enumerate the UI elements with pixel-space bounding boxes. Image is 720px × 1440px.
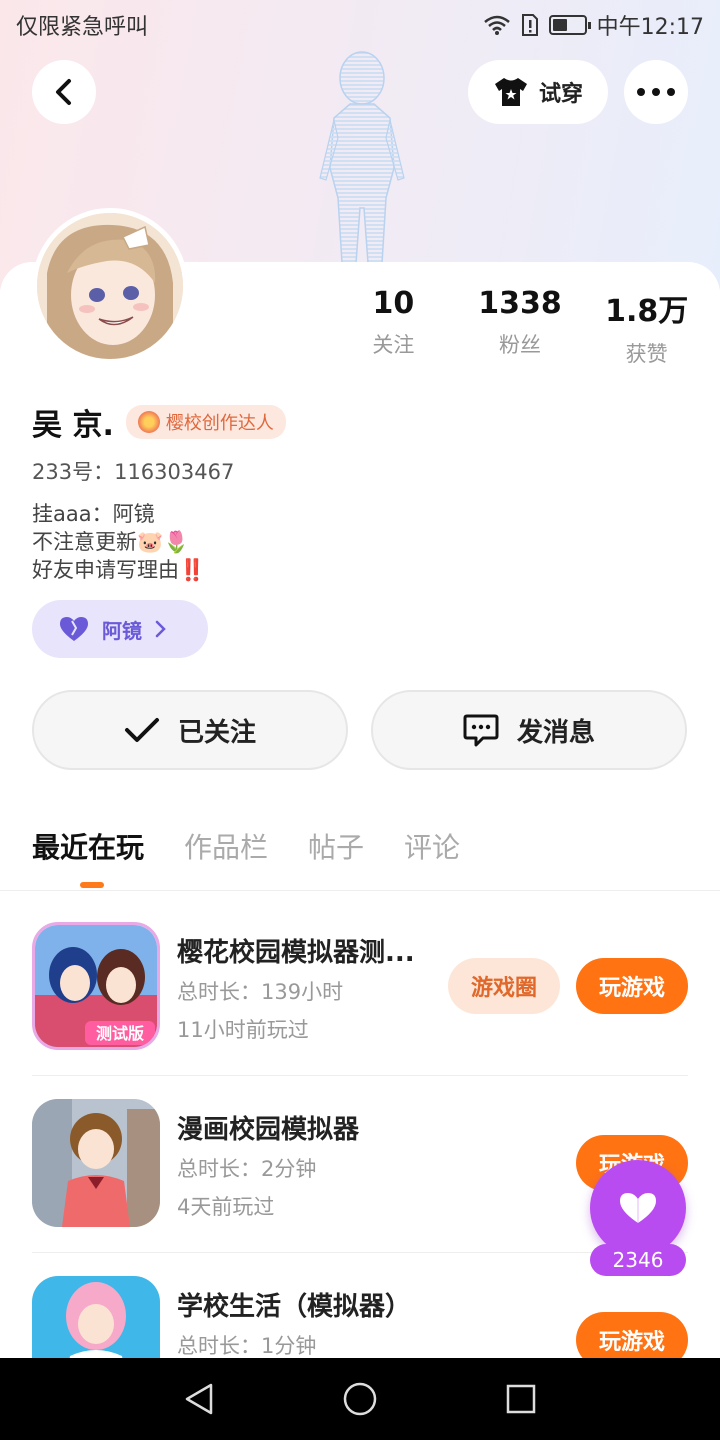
message-icon: [463, 714, 499, 747]
heart-icon: [620, 1193, 656, 1223]
status-bar: 仅限紧急呼叫 中午12:17: [0, 0, 720, 50]
profile-tabs: 最近在玩 作品栏 帖子 评论: [32, 826, 460, 888]
bio-line: 好友申请写理由‼️: [32, 558, 206, 582]
tab-comments[interactable]: 评论: [404, 826, 460, 866]
game-last-played: 4天前玩过: [177, 1195, 275, 1219]
user-name: 吴 京.: [32, 408, 114, 443]
game-name: 漫画校园模拟器: [177, 1115, 360, 1145]
name-row: 吴 京. 樱校创作达人: [32, 400, 286, 444]
chevron-right-icon: [155, 620, 166, 638]
stat-value: 10: [372, 286, 415, 321]
stat-label: 获赞: [625, 342, 668, 366]
stat-label: 粉丝: [499, 333, 541, 357]
creator-badge[interactable]: 樱校创作达人: [125, 405, 286, 439]
chip-label: 阿镜: [102, 618, 142, 643]
game-duration: 总时长：1分钟: [177, 1334, 317, 1358]
tryon-label: 试穿: [538, 82, 583, 107]
battery-icon: [548, 15, 591, 35]
stat-label: 关注: [372, 333, 415, 357]
wifi-icon: [483, 15, 510, 35]
tab-recently-played[interactable]: 最近在玩: [32, 826, 144, 888]
game-list-item[interactable]: 漫画校园模拟器 总时长：2分钟 4天前玩过 玩游戏: [32, 1099, 688, 1275]
avatar-image: [37, 213, 183, 359]
avatar-figure-image: [319, 51, 405, 264]
stat-following[interactable]: 10 关注: [330, 286, 457, 368]
bio: 挂aaa：阿镜 不注意更新🐷🌷 好友申请写理由‼️: [32, 500, 205, 584]
stat-fans[interactable]: 1338 粉丝: [457, 286, 584, 368]
divider: [32, 1252, 688, 1253]
tryon-button[interactable]: 试穿: [468, 60, 608, 124]
user-id: 233号：116303467: [32, 460, 235, 484]
status-time: 中午12:17: [596, 15, 704, 40]
more-dots-icon: [637, 88, 675, 96]
game-cover-image: [32, 1099, 160, 1227]
carrier-text: 仅限紧急呼叫: [16, 15, 149, 40]
game-name: 学校生活（模拟器）: [177, 1292, 412, 1322]
heart-icon: [60, 617, 88, 641]
like-float-button[interactable]: [590, 1160, 686, 1256]
send-message-button[interactable]: 发消息: [371, 690, 687, 770]
play-game-button[interactable]: 玩游戏: [576, 958, 688, 1014]
stat-value: 1.8万: [605, 294, 689, 329]
game-cover-tag: 测试版: [96, 1024, 144, 1043]
like-count: 2346: [590, 1244, 686, 1276]
divider: [32, 1075, 688, 1076]
tab-posts[interactable]: 帖子: [308, 826, 364, 866]
bio-line: 挂aaa：阿镜: [32, 502, 155, 526]
nav-back-icon[interactable]: [183, 1382, 215, 1416]
followed-button[interactable]: 已关注: [32, 690, 348, 770]
check-icon: [124, 718, 159, 742]
stat-likes[interactable]: 1.8万 获赞: [583, 286, 710, 368]
game-duration: 总时长：139小时: [177, 980, 344, 1004]
send-message-label: 发消息: [516, 717, 595, 748]
game-cover-image: 测试版: [35, 925, 157, 1047]
sim-alert-icon: [521, 14, 538, 36]
divider: [0, 890, 720, 891]
nav-home-icon[interactable]: [342, 1381, 378, 1417]
game-name: 樱花校园模拟器测...: [177, 938, 415, 968]
bio-line: 不注意更新🐷🌷: [32, 530, 190, 554]
game-last-played: 11小时前玩过: [177, 1018, 309, 1042]
game-list-item[interactable]: 测试版 樱花校园模拟器测... 总时长：139小时 11小时前玩过 游戏圈 玩游…: [32, 922, 688, 1098]
mirror-chip[interactable]: 阿镜: [32, 600, 208, 658]
game-duration: 总时长：2分钟: [177, 1157, 317, 1181]
game-circle-button[interactable]: 游戏圈: [448, 958, 560, 1014]
profile-stats: 10 关注 1338 粉丝 1.8万 获赞: [330, 286, 710, 368]
badge-label: 樱校创作达人: [165, 413, 274, 434]
tab-works[interactable]: 作品栏: [184, 826, 268, 866]
flower-badge-icon: [137, 411, 160, 433]
more-button[interactable]: [624, 60, 688, 124]
chevron-left-icon: [56, 79, 71, 105]
nav-recents-icon[interactable]: [505, 1383, 537, 1415]
tshirt-icon: [494, 78, 527, 106]
back-button[interactable]: [32, 60, 96, 124]
avatar[interactable]: [32, 208, 188, 364]
followed-label: 已关注: [177, 717, 256, 748]
game-icon: 测试版: [32, 922, 160, 1050]
game-icon: [32, 1099, 160, 1227]
stat-value: 1338: [478, 286, 562, 321]
system-nav-bar: [0, 1358, 720, 1440]
